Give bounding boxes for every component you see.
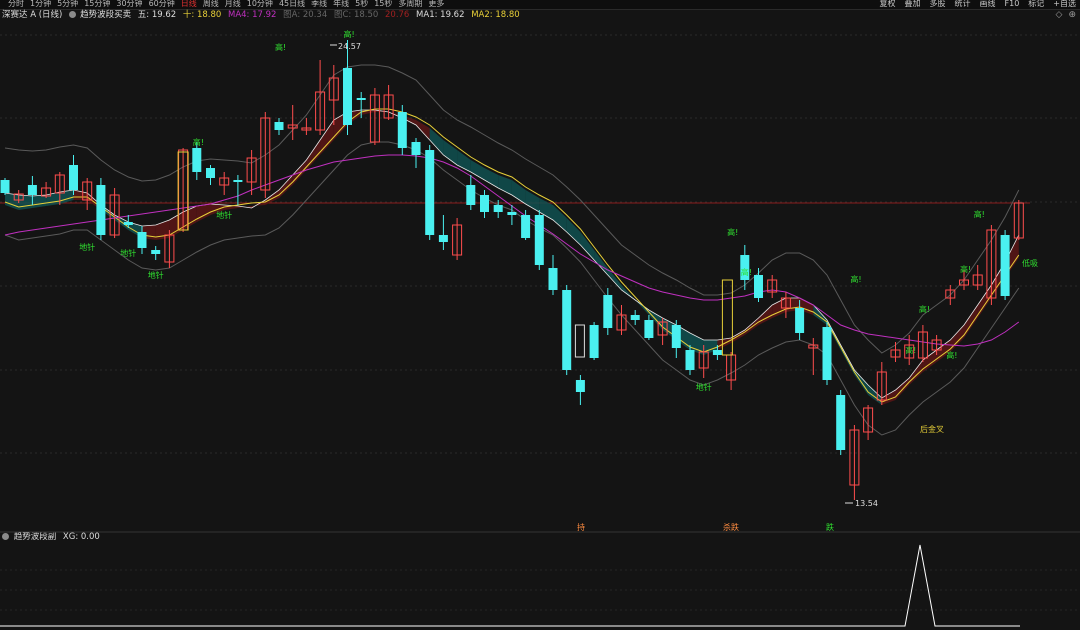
candle-body [192,148,202,172]
signal-dixi: 低吸 [1022,258,1038,268]
trend-band-segment [758,305,773,325]
signal-gao: 高! [344,29,355,39]
marker-chi: 持 [577,522,585,532]
candle-body [233,180,243,182]
ma-yellow [4,108,1020,403]
candle-body [69,165,78,190]
candle-body [466,185,476,205]
trend-band-segment [5,193,19,210]
candle-body [151,250,161,254]
signal-gao: 高! [727,227,738,237]
candle-body [206,168,215,178]
candle-body [548,268,558,290]
trend-band-segment [498,175,512,195]
candle-body [96,185,106,235]
signal-gao: 高! [919,304,930,314]
signal-dizhen: 地针 [79,242,95,252]
signal-dizhen: 地针 [120,248,136,258]
candle-body [0,180,10,193]
signal-houjinsha: 后金叉 [920,424,944,434]
candle-body [822,327,832,380]
signal-gao: 高! [275,42,286,52]
trend-band-segment [511,180,526,204]
trend-band-segment [950,325,964,352]
candle-body [603,295,613,328]
signal-dizhen: 地针 [696,382,712,392]
signal-gao: 高! [960,264,971,274]
signal-dizhen: 地针 [148,270,164,280]
signal-gao: 高! [905,345,916,355]
marker-die: 跌 [826,522,834,532]
candle-body [438,235,448,242]
signal-gao: 高! [974,209,985,219]
candle-body [671,325,681,348]
trend-band-segment [416,120,430,140]
candle-body [1000,235,1010,296]
signal-dizhen: 地针 [216,210,232,220]
price-low-label: 13.54 [855,499,878,508]
trend-band-segment [868,385,882,405]
candle-body [534,215,544,265]
candle-body [836,395,846,450]
signal-box [574,324,585,358]
trend-band-segment [279,175,293,198]
trend-band-segment [813,305,827,325]
signal-gao: 高! [946,350,957,360]
signal-gao: 高! [741,267,752,277]
trend-band-segment [635,300,649,315]
candle-body [480,195,489,212]
candle-body [630,315,640,320]
candle-body [493,205,503,212]
signal-gao: 高! [850,274,861,284]
trend-band-segment [306,140,321,170]
candle-body [397,112,407,148]
price-high-label: 24.57 [338,42,361,51]
candle-body [754,275,763,298]
candle-body [685,350,695,370]
candle-body [425,150,435,235]
candle-body [356,98,366,100]
trend-band-segment [32,195,47,208]
candle-body [562,290,572,370]
candle-body [644,320,654,338]
candle-body [521,215,531,238]
candle-body [274,122,284,130]
candle-body [795,308,805,333]
candle-body [343,68,352,125]
trend-band-segment [909,360,923,385]
candle-body [27,185,37,195]
candle-body [123,222,133,225]
kline-chart[interactable]: 高!高!高!高!高!高!高!高!高!高!高!地针地针地针地针地针低吸后金叉24.… [0,0,1080,630]
candle-body [712,350,722,355]
candle-body [137,232,147,248]
trend-band-segment [18,195,33,210]
candle-body [411,142,421,155]
trend-band-segment [443,140,458,165]
candle-body [507,212,517,215]
candle-body [589,325,599,358]
trend-band-segment [183,206,197,230]
trend-band-segment [621,285,636,300]
trend-band-segment [580,232,595,260]
candle-body [575,380,585,392]
marker-shadie: 杀跌 [723,522,739,532]
signal-gao: 高! [193,137,204,147]
trend-band-segment [46,192,60,206]
xg-line [0,544,1020,627]
